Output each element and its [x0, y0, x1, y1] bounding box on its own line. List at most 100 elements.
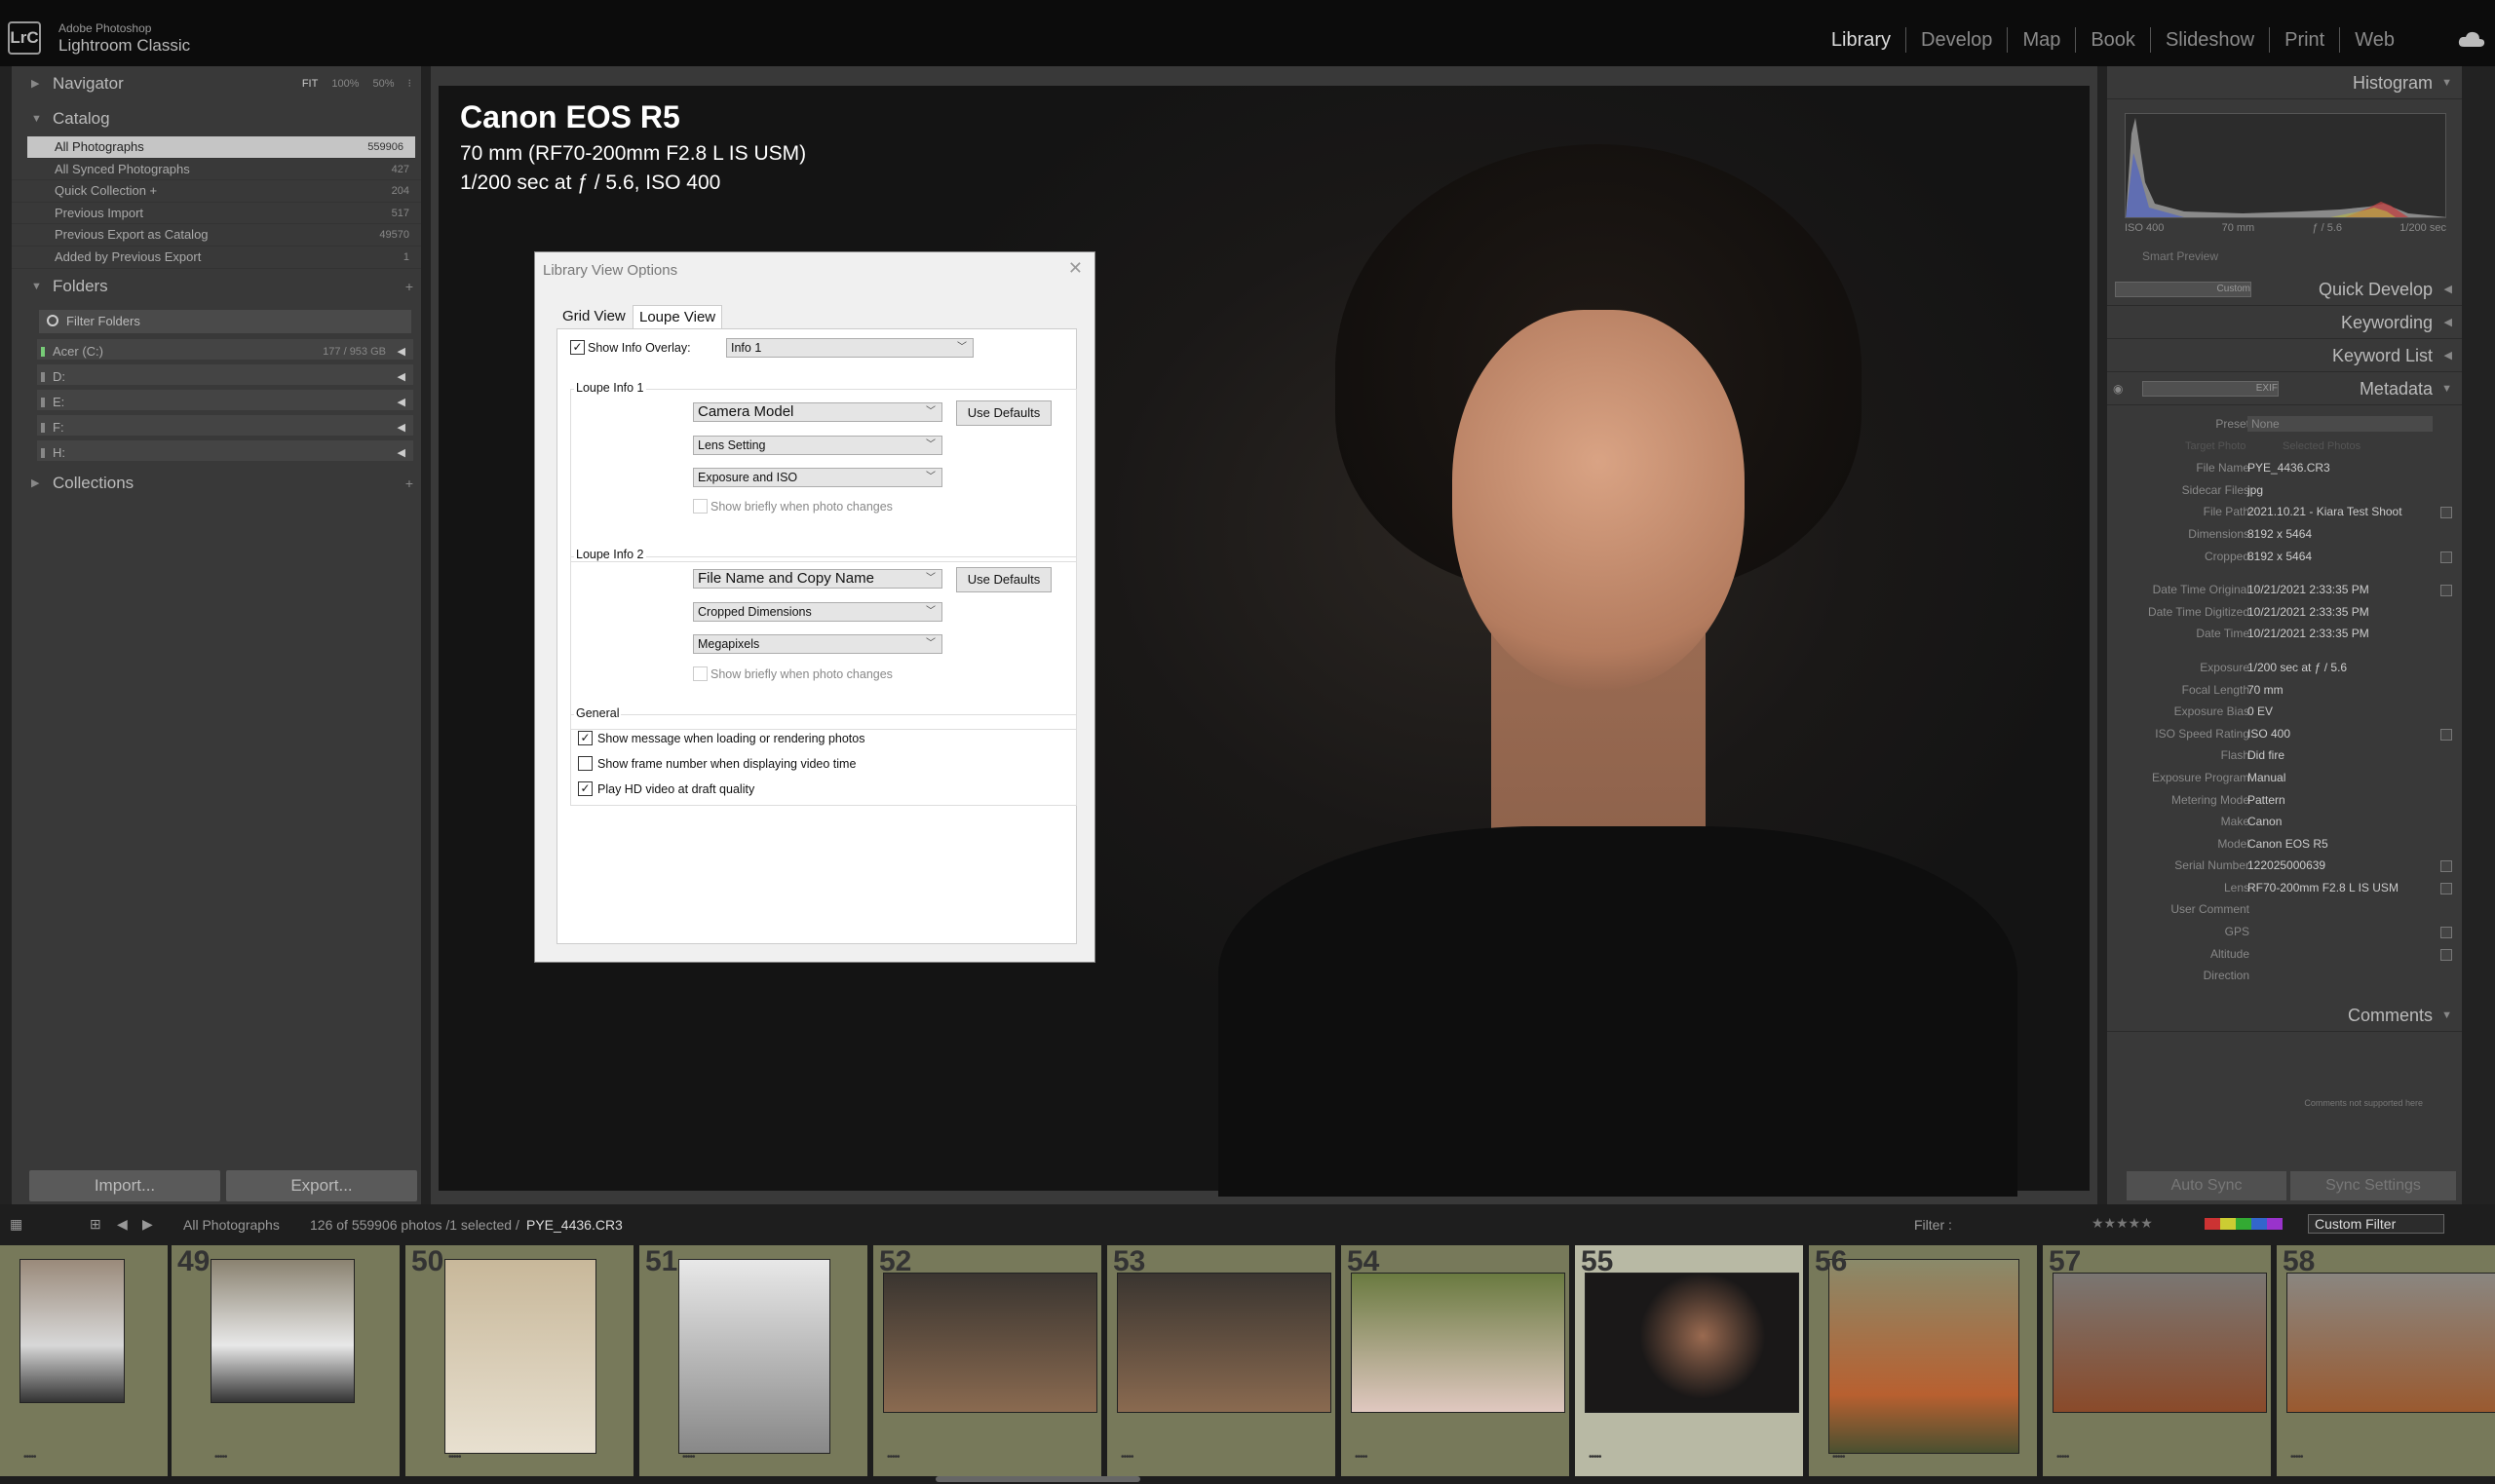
zoom-100[interactable]: 100%	[331, 66, 359, 101]
metadata-value[interactable]: RF70-200mm F2.8 L IS USM	[2247, 877, 2433, 899]
keywording-header[interactable]: Keywording ◀	[2107, 306, 2462, 339]
filmstrip-source[interactable]: All Photographs	[183, 1217, 280, 1233]
filmstrip-cell[interactable]: 49 •••••	[172, 1245, 402, 1476]
metadata-value[interactable]: Canon EOS R5	[2247, 833, 2433, 856]
loupe-info-1-field-2-select[interactable]: Lens Setting ﹀	[693, 436, 942, 455]
metadata-value[interactable]: ISO 400	[2247, 723, 2433, 745]
catalog-item-added-by-export[interactable]: Added by Previous Export 1	[12, 247, 421, 269]
show-frame-number-checkbox[interactable]	[578, 756, 593, 771]
cloud-icon[interactable]	[2458, 29, 2485, 49]
back-arrow-icon[interactable]: ◀	[117, 1216, 128, 1233]
show-briefly-checkbox-2[interactable]	[693, 666, 708, 681]
metadata-value[interactable]: 10/21/2021 2:33:35 PM	[2247, 601, 2433, 624]
volume-disclosure-icon[interactable]: ◀	[398, 440, 405, 466]
tab-loupe-view[interactable]: Loupe View	[633, 305, 723, 328]
info-overlay-select[interactable]: Info 1 ﹀	[726, 338, 974, 358]
module-book[interactable]: Book	[2076, 27, 2151, 53]
metadata-value[interactable]: 8192 x 5464	[2247, 523, 2433, 546]
sync-settings-button[interactable]: Sync Settings	[2290, 1171, 2456, 1200]
filmstrip-cell[interactable]: •••••	[0, 1245, 170, 1476]
star-rating-filter-icon[interactable]: ★★★★★	[2092, 1215, 2153, 1232]
volume-f[interactable]: F: ◀	[37, 414, 413, 440]
filmstrip-thumbnail[interactable]	[444, 1259, 596, 1454]
metadata-value[interactable]: 10/21/2021 2:33:35 PM	[2247, 623, 2433, 645]
volume-e[interactable]: E: ◀	[37, 389, 413, 415]
catalog-item-all-photographs[interactable]: All Photographs 559906	[27, 136, 415, 159]
custom-filter-select[interactable]: Custom Filter	[2308, 1214, 2444, 1234]
filmstrip-thumbnail[interactable]	[678, 1259, 830, 1454]
metadata-action-icon[interactable]	[2440, 551, 2452, 563]
filmstrip-cell[interactable]: 56 •••••	[1809, 1245, 2039, 1476]
loupe-info-1-field-1-select[interactable]: Camera Model ﹀	[693, 402, 942, 422]
filmstrip-cell[interactable]: 58 •••••	[2277, 1245, 2495, 1476]
grid-icon[interactable]: ⊞	[90, 1216, 101, 1233]
metadata-value[interactable]: jpg	[2247, 479, 2433, 502]
metadata-action-icon[interactable]	[2440, 927, 2452, 939]
catalog-item-previous-export[interactable]: Previous Export as Catalog 49570	[12, 224, 421, 247]
quick-develop-header[interactable]: Custom Quick Develop ◀	[2107, 273, 2462, 306]
filmstrip-cell[interactable]: 53 •••••	[1107, 1245, 1337, 1476]
volume-disclosure-icon[interactable]: ◀	[398, 390, 405, 415]
catalog-header[interactable]: ▼ Catalog	[12, 101, 421, 136]
add-folder-icon[interactable]: +	[405, 269, 413, 304]
metadata-value[interactable]: Did fire	[2247, 744, 2433, 767]
eye-icon[interactable]: ◉	[2113, 372, 2123, 405]
filmstrip-thumbnail[interactable]	[2286, 1273, 2495, 1413]
zoom-more-icon[interactable]: ⁝	[408, 66, 412, 101]
use-defaults-button-2[interactable]: Use Defaults	[956, 567, 1052, 592]
metadata-set-select[interactable]: EXIF	[2142, 381, 2279, 397]
metadata-action-icon[interactable]	[2440, 507, 2452, 519]
filmstrip-thumbnail[interactable]	[883, 1273, 1097, 1413]
grid-view-icon[interactable]: ▦	[10, 1216, 22, 1233]
metadata-preset-select[interactable]: None	[2247, 416, 2433, 432]
show-info-overlay-checkbox[interactable]: ✓	[570, 340, 585, 355]
filmstrip-thumbnail[interactable]	[2053, 1273, 2267, 1413]
add-collection-icon[interactable]: +	[405, 466, 413, 501]
filmstrip-filename[interactable]: PYE_4436.CR3	[526, 1217, 623, 1233]
filmstrip-cell[interactable]: 52 •••••	[873, 1245, 1103, 1476]
show-message-checkbox[interactable]: ✓	[578, 731, 593, 745]
filter-folders-input[interactable]: Filter Folders	[39, 309, 411, 333]
metadata-action-icon[interactable]	[2440, 728, 2452, 741]
filmstrip-cell[interactable]: 50 •••••	[405, 1245, 635, 1476]
volume-disclosure-icon[interactable]: ◀	[398, 415, 405, 440]
metadata-value[interactable]: 10/21/2021 2:33:35 PM	[2247, 579, 2433, 601]
volume-d[interactable]: D: ◀	[37, 363, 413, 390]
play-hd-video-checkbox[interactable]: ✓	[578, 781, 593, 796]
histogram-header[interactable]: Histogram ▼	[2107, 66, 2462, 99]
metadata-value[interactable]: 70 mm	[2247, 679, 2433, 702]
filmstrip-thumbnail[interactable]	[19, 1259, 125, 1403]
filmstrip-cell[interactable]: 54 •••••	[1341, 1245, 1571, 1476]
filmstrip-thumbnail[interactable]	[1117, 1273, 1331, 1413]
histogram-graph[interactable]	[2125, 113, 2446, 218]
selected-photos-label[interactable]: Selected Photos	[2283, 436, 2361, 458]
volume-h[interactable]: H: ◀	[37, 439, 413, 466]
metadata-value[interactable]: Pattern	[2247, 789, 2433, 812]
forward-arrow-icon[interactable]: ▶	[142, 1216, 153, 1233]
auto-sync-button[interactable]: Auto Sync	[2127, 1171, 2286, 1200]
export-button[interactable]: Export...	[226, 1170, 417, 1201]
metadata-value[interactable]: PYE_4436.CR3	[2247, 457, 2433, 479]
zoom-50[interactable]: 50%	[372, 66, 394, 101]
loupe-info-2-field-3-select[interactable]: Megapixels ﹀	[693, 634, 942, 654]
navigator-header[interactable]: ▶ Navigator FIT 100% 50% ⁝	[12, 66, 421, 101]
metadata-action-icon[interactable]	[2440, 948, 2452, 961]
loupe-info-2-field-1-select[interactable]: File Name and Copy Name ﹀	[693, 569, 942, 589]
metadata-value[interactable]: 8192 x 5464	[2247, 546, 2433, 568]
filmstrip-thumbnail[interactable]	[1351, 1273, 1565, 1413]
metadata-header[interactable]: ◉ EXIF Metadata ▼	[2107, 372, 2462, 405]
color-label-filter[interactable]	[2205, 1218, 2283, 1230]
loupe-info-2-field-2-select[interactable]: Cropped Dimensions ﹀	[693, 602, 942, 622]
module-develop[interactable]: Develop	[1906, 27, 2009, 53]
folders-header[interactable]: ▼ Folders +	[12, 269, 421, 304]
comments-header[interactable]: Comments ▼	[2107, 999, 2462, 1032]
close-icon[interactable]: ✕	[1068, 258, 1083, 279]
module-web[interactable]: Web	[2340, 27, 2409, 53]
saved-preset-select[interactable]: Custom	[2115, 282, 2251, 297]
catalog-item-all-synced[interactable]: All Synced Photographs 427	[12, 159, 421, 181]
metadata-value[interactable]: 122025000639	[2247, 855, 2433, 877]
loupe-info-1-field-3-select[interactable]: Exposure and ISO ﹀	[693, 468, 942, 487]
filmstrip-thumbnail[interactable]	[1585, 1273, 1799, 1413]
filmstrip-cell[interactable]: 55 •••••	[1575, 1245, 1805, 1476]
catalog-item-quick-collection[interactable]: Quick Collection + 204	[12, 180, 421, 203]
